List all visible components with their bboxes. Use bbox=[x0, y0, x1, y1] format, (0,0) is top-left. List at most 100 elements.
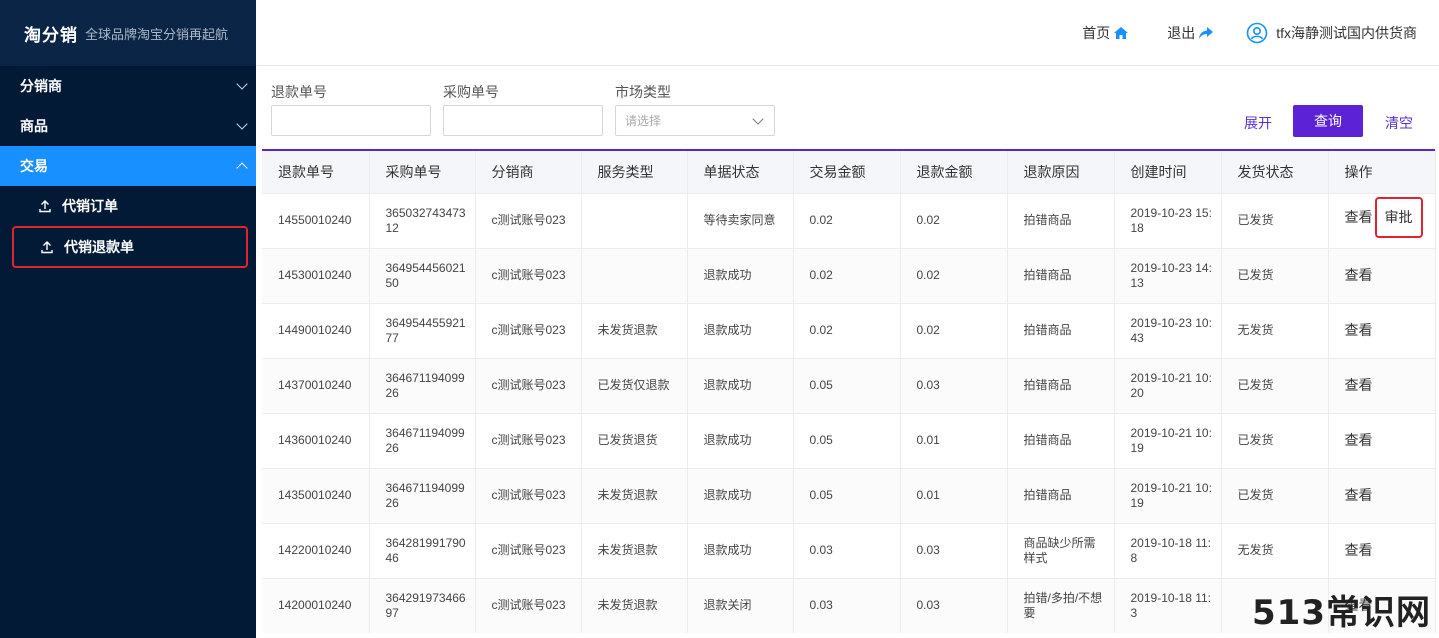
table-cell: 36495445602150 bbox=[369, 247, 476, 303]
sidebar-item-consign-orders[interactable]: 代销订单 bbox=[0, 186, 256, 226]
row-actions: 查看 bbox=[1328, 247, 1436, 303]
table-cell: 拍错商品 bbox=[1007, 192, 1115, 248]
view-button[interactable]: 查看 bbox=[1345, 209, 1373, 225]
refund-no-input[interactable] bbox=[271, 105, 431, 136]
view-button[interactable]: 查看 bbox=[1345, 322, 1373, 338]
table-cell: 已发货退货 bbox=[581, 412, 688, 468]
table-cell: 退款关闭 bbox=[687, 577, 794, 633]
table-row: 14220010240 36428199179046 c测试账号023 未发货退款 退款… bbox=[262, 522, 1436, 578]
top-bar: 首页 退出 tfx海静测试国内供货商 bbox=[256, 0, 1439, 66]
table-cell: c测试账号023 bbox=[475, 302, 582, 358]
table-cell: 退款成功 bbox=[687, 467, 794, 523]
table-cell: 2019-10-23 10:43 bbox=[1114, 302, 1222, 358]
table-cell: 14370010240 bbox=[262, 357, 370, 413]
view-button[interactable]: 查看 bbox=[1345, 542, 1373, 558]
column-header: 退款金额 bbox=[900, 151, 1008, 193]
logout-link[interactable]: 退出 bbox=[1167, 23, 1214, 43]
table-cell bbox=[581, 247, 688, 303]
table-cell: 36428199179046 bbox=[369, 522, 476, 578]
table-cell: 退款成功 bbox=[687, 412, 794, 468]
table-cell: 未发货退款 bbox=[581, 522, 688, 578]
table-cell: 已发货仅退款 bbox=[581, 357, 688, 413]
table-cell: 已发货 bbox=[1221, 412, 1329, 468]
table-cell: 未发货退款 bbox=[581, 467, 688, 523]
chevron-down-icon bbox=[236, 78, 248, 90]
sidebar-group-label: 分销商 bbox=[20, 78, 62, 94]
market-type-select[interactable]: 请选择 bbox=[615, 105, 775, 136]
table-cell: 退款成功 bbox=[687, 357, 794, 413]
view-button[interactable]: 查看 bbox=[1345, 267, 1373, 283]
table-cell: 商品缺少所需样式 bbox=[1007, 522, 1115, 578]
table-cell bbox=[581, 192, 688, 248]
table-cell: 0.05 bbox=[793, 412, 901, 468]
table-cell: 0.02 bbox=[900, 247, 1008, 303]
sidebar-group-goods[interactable]: 商品 bbox=[0, 106, 256, 146]
chevron-down-icon bbox=[236, 118, 248, 130]
column-header: 操作 bbox=[1328, 151, 1436, 193]
clear-button[interactable]: 清空 bbox=[1385, 113, 1413, 133]
query-button[interactable]: 查询 bbox=[1293, 105, 1363, 137]
table-cell: c测试账号023 bbox=[475, 247, 582, 303]
table-cell: 无发货 bbox=[1221, 302, 1329, 358]
view-button[interactable]: 查看 bbox=[1345, 432, 1373, 448]
chevron-down-icon bbox=[752, 113, 764, 125]
approve-button[interactable]: 审批 bbox=[1374, 197, 1423, 238]
sidebar-group-trade[interactable]: 交易 bbox=[0, 146, 256, 186]
table-cell: 2019-10-18 11:3 bbox=[1114, 577, 1222, 633]
table-header: 退款单号 采购单号 分销商 服务类型 单据状态 交易金额 退款金额 退款原因 创建时间 发货状态操… bbox=[262, 151, 1436, 193]
table-cell: 拍错/多拍/不想要 bbox=[1007, 577, 1115, 633]
table-cell: c测试账号023 bbox=[475, 412, 582, 468]
column-header: 单据状态 bbox=[687, 151, 794, 193]
table-cell: 0.03 bbox=[900, 357, 1008, 413]
column-header: 退款原因 bbox=[1007, 151, 1115, 193]
table-cell: 未发货退款 bbox=[581, 302, 688, 358]
table-cell: 14550010240 bbox=[262, 192, 370, 248]
column-header: 采购单号 bbox=[369, 151, 476, 193]
table-row: 14360010240 36467119409926 c测试账号023 已发货退货 退款… bbox=[262, 412, 1436, 468]
purchase-no-label: 采购单号 bbox=[443, 84, 499, 100]
filter-bar: 退款单号 采购单号 市场类型 请选择 展开 查询 清空 bbox=[256, 66, 1439, 146]
row-actions: 查看 bbox=[1328, 467, 1436, 523]
sidebar-item-consign-refunds[interactable]: 代销退款单 bbox=[12, 226, 248, 268]
table-cell: 2019-10-18 11:8 bbox=[1114, 522, 1222, 578]
purchase-no-input[interactable] bbox=[443, 105, 603, 136]
share-arrow-icon bbox=[1199, 26, 1214, 39]
watermark: 513常识网 bbox=[1252, 593, 1431, 633]
market-type-placeholder: 请选择 bbox=[625, 114, 662, 128]
column-header: 退款单号 bbox=[262, 151, 370, 193]
home-link[interactable]: 首页 bbox=[1082, 23, 1129, 43]
table-cell: 2019-10-23 14:13 bbox=[1114, 247, 1222, 303]
table-cell: 2019-10-23 15:18 bbox=[1114, 192, 1222, 248]
table-cell: 14530010240 bbox=[262, 247, 370, 303]
table-cell: 已发货 bbox=[1221, 467, 1329, 523]
sidebar-group-distributor[interactable]: 分销商 bbox=[0, 66, 256, 106]
view-button[interactable]: 查看 bbox=[1345, 487, 1373, 503]
table-cell: 无发货 bbox=[1221, 522, 1329, 578]
table-cell: 36467119409926 bbox=[369, 412, 476, 468]
sidebar-item-label: 代销订单 bbox=[62, 198, 118, 214]
view-button[interactable]: 查看 bbox=[1345, 377, 1373, 393]
expand-button[interactable]: 展开 bbox=[1244, 113, 1272, 133]
table-cell: 0.02 bbox=[793, 192, 901, 248]
row-actions: 查看 bbox=[1328, 357, 1436, 413]
table-cell: 退款成功 bbox=[687, 302, 794, 358]
table-cell: 等待卖家同意 bbox=[687, 192, 794, 248]
home-label: 首页 bbox=[1082, 24, 1111, 41]
upload-icon bbox=[39, 200, 51, 213]
table-cell: 0.02 bbox=[900, 192, 1008, 248]
sidebar-item-label: 代销退款单 bbox=[64, 239, 134, 255]
table-cell: 14350010240 bbox=[262, 467, 370, 523]
table-cell: 36495445592177 bbox=[369, 302, 476, 358]
table-cell: 14220010240 bbox=[262, 522, 370, 578]
column-header: 发货状态 bbox=[1221, 151, 1329, 193]
table-row: 14530010240 36495445602150 c测试账号023 退款成功 0.0… bbox=[262, 247, 1436, 303]
brand-subtitle: 全球品牌淘宝分销再起航 bbox=[85, 26, 229, 42]
user-menu[interactable]: tfx海静测试国内供货商 bbox=[1246, 22, 1417, 44]
user-avatar-icon bbox=[1246, 22, 1268, 43]
table-cell: 36429197346697 bbox=[369, 577, 476, 633]
column-header: 服务类型 bbox=[581, 151, 688, 193]
table-cell: 14490010240 bbox=[262, 302, 370, 358]
table-cell: 0.02 bbox=[900, 302, 1008, 358]
table-cell: 36503274347312 bbox=[369, 192, 476, 248]
table-cell: 0.03 bbox=[793, 522, 901, 578]
